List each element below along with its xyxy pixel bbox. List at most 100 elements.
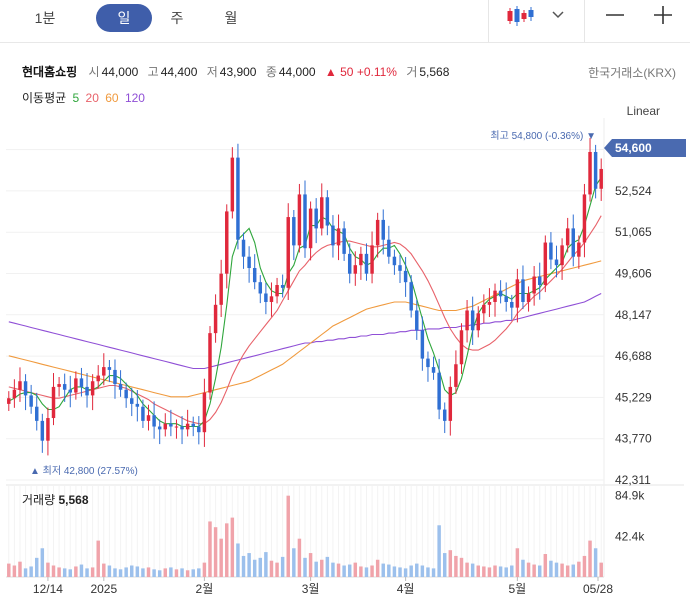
volume-bar bbox=[415, 563, 419, 577]
volume-bar bbox=[543, 554, 548, 577]
candle-body bbox=[403, 270, 408, 283]
candle-body bbox=[157, 426, 162, 430]
volume-bar bbox=[325, 556, 330, 577]
candle-body bbox=[398, 265, 402, 271]
volume-bar bbox=[230, 517, 235, 577]
volume-bar bbox=[347, 564, 352, 577]
volume-bar bbox=[292, 548, 296, 577]
candle-body bbox=[135, 403, 140, 407]
x-tick-label: 2월 bbox=[196, 582, 214, 596]
candle-body bbox=[493, 290, 497, 302]
volume-panel-title: 거래량 5,568 bbox=[22, 491, 89, 508]
candle-body bbox=[40, 420, 45, 441]
volume-bar bbox=[515, 548, 520, 577]
volume-bar bbox=[107, 565, 112, 577]
volume-bar bbox=[85, 568, 89, 577]
volume-bar bbox=[225, 523, 229, 577]
candle-body bbox=[437, 372, 441, 410]
candle-body bbox=[459, 330, 464, 365]
candle-body bbox=[487, 301, 492, 305]
volume-bar bbox=[470, 563, 475, 577]
volume-bar bbox=[130, 565, 134, 577]
volume-bar bbox=[169, 567, 173, 577]
volume-bar bbox=[437, 525, 441, 577]
volume-bar bbox=[398, 567, 402, 577]
volume-bar bbox=[40, 548, 45, 577]
volume-bar bbox=[353, 562, 358, 577]
candle-body bbox=[364, 253, 369, 274]
x-tick-label: 4월 bbox=[397, 582, 415, 596]
x-tick-label: 2025 bbox=[90, 582, 117, 596]
candle-body bbox=[286, 217, 290, 288]
candle-body bbox=[191, 423, 195, 427]
volume-bar bbox=[113, 568, 117, 577]
volume-bar bbox=[269, 560, 274, 577]
candle-body bbox=[208, 333, 212, 393]
candle-body bbox=[102, 367, 106, 376]
volume-bar bbox=[487, 567, 492, 577]
x-tick-label: 12/14 bbox=[33, 582, 63, 596]
volume-bar bbox=[124, 567, 128, 577]
candle-body bbox=[35, 406, 39, 421]
volume-bar bbox=[459, 557, 464, 577]
candle-body bbox=[381, 219, 385, 240]
candle-body bbox=[202, 392, 207, 433]
candle-body bbox=[342, 228, 346, 254]
candle-body bbox=[7, 398, 11, 404]
candle-body bbox=[18, 381, 22, 390]
candle-body bbox=[482, 304, 486, 314]
candle-body bbox=[169, 423, 173, 427]
volume-bar bbox=[23, 568, 28, 577]
volume-bar bbox=[504, 567, 508, 577]
candle-body bbox=[375, 219, 380, 246]
candle-body bbox=[537, 276, 542, 286]
volume-bar bbox=[208, 521, 212, 577]
volume-bar bbox=[102, 563, 106, 577]
volume-bar bbox=[482, 566, 486, 577]
volume-bar bbox=[370, 565, 374, 577]
candle-body bbox=[264, 293, 268, 302]
candle-body bbox=[593, 151, 598, 189]
candle-body bbox=[314, 208, 318, 229]
volume-bar bbox=[219, 538, 223, 577]
volume-bar bbox=[191, 569, 195, 577]
candle-body bbox=[118, 384, 123, 390]
x-tick-label: 3월 bbox=[302, 582, 320, 596]
candle-body bbox=[353, 265, 358, 274]
volume-bar bbox=[431, 568, 436, 577]
price-chart[interactable]: 53,98352,52451,06549,60648,14746,68845,2… bbox=[0, 0, 690, 609]
candle-body bbox=[420, 330, 425, 359]
high-annotation: 최고 54,800 (-0.36%) ▼ bbox=[490, 130, 596, 142]
volume-bar bbox=[560, 563, 564, 577]
volume-bar bbox=[336, 563, 341, 577]
volume-bar bbox=[493, 565, 497, 577]
volume-bar bbox=[593, 548, 598, 577]
candle-body bbox=[236, 157, 240, 240]
volume-bar bbox=[526, 562, 531, 577]
volume-bar bbox=[174, 569, 179, 577]
candle-body bbox=[303, 194, 307, 249]
candle-body bbox=[269, 296, 274, 302]
candle-body bbox=[308, 208, 313, 249]
volume-bar bbox=[135, 566, 140, 577]
candle-body bbox=[454, 364, 458, 387]
volume-bar bbox=[582, 555, 587, 577]
candle-body bbox=[174, 426, 179, 428]
candle-body bbox=[521, 279, 525, 302]
candle-body bbox=[163, 423, 168, 430]
volume-bar bbox=[241, 555, 246, 577]
candle-body bbox=[275, 285, 279, 297]
candle-body bbox=[185, 423, 190, 430]
volume-bar bbox=[141, 568, 145, 577]
candle-body bbox=[543, 242, 548, 286]
candle-body bbox=[370, 245, 374, 274]
candle-body bbox=[197, 426, 201, 433]
volume-tick-label: 84.9k bbox=[615, 489, 645, 503]
volume-bar bbox=[57, 567, 61, 577]
candle-body bbox=[113, 369, 117, 385]
candle-body bbox=[554, 259, 559, 266]
volume-bar bbox=[387, 564, 391, 577]
x-tick-label: 05/28 bbox=[583, 582, 613, 596]
volume-bar bbox=[51, 565, 56, 577]
candle-body bbox=[336, 228, 341, 246]
